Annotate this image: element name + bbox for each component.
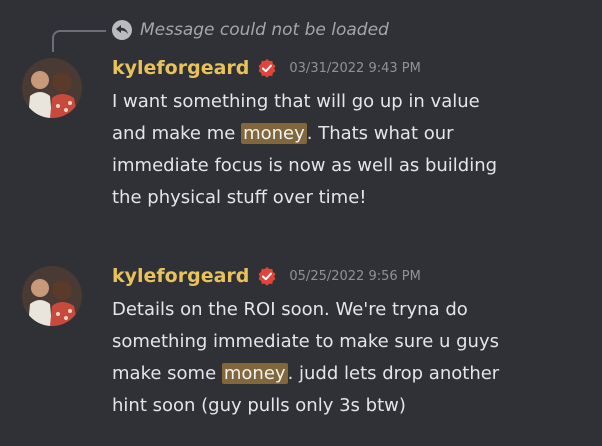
message-line: immediate focus is now as well as buildi… bbox=[112, 155, 498, 176]
message-line: something immediate to make sure u guys bbox=[112, 331, 499, 352]
chat-view: Message could not be loaded kyleforgeard bbox=[0, 0, 602, 446]
message-line: hint soon (guy pulls only 3s btw) bbox=[112, 395, 406, 416]
username[interactable]: kyleforgeard bbox=[112, 57, 249, 79]
search-highlight: money bbox=[221, 363, 288, 384]
reply-arrow-icon bbox=[112, 20, 132, 40]
message-line: Details on the ROI soon. We're tryna do bbox=[112, 299, 468, 320]
verified-badge-icon bbox=[257, 266, 277, 286]
avatar[interactable] bbox=[22, 266, 82, 326]
reply-text: Message could not be loaded bbox=[140, 20, 389, 40]
message-line: and make me money. Thats what our bbox=[112, 123, 454, 144]
timestamp: 05/25/2022 9:56 PM bbox=[289, 268, 421, 284]
message-content: I want something that will go up in valu… bbox=[112, 86, 592, 214]
message-line: I want something that will go up in valu… bbox=[112, 91, 480, 112]
reply-reference[interactable]: Message could not be loaded bbox=[112, 18, 389, 42]
verified-badge-icon bbox=[257, 58, 277, 78]
message-content: Details on the ROI soon. We're tryna do … bbox=[112, 294, 592, 422]
message-line: the physical stuff over time! bbox=[112, 187, 367, 208]
message-header: kyleforgeard 03/31/2022 9:43 PM bbox=[112, 54, 421, 82]
reply-connector-line bbox=[52, 30, 106, 52]
timestamp: 03/31/2022 9:43 PM bbox=[289, 60, 421, 76]
avatar[interactable] bbox=[22, 58, 82, 118]
message-header: kyleforgeard 05/25/2022 9:56 PM bbox=[112, 262, 421, 290]
search-highlight: money bbox=[241, 123, 307, 144]
message-line: make some money. judd lets drop another bbox=[112, 363, 500, 384]
username[interactable]: kyleforgeard bbox=[112, 265, 249, 287]
